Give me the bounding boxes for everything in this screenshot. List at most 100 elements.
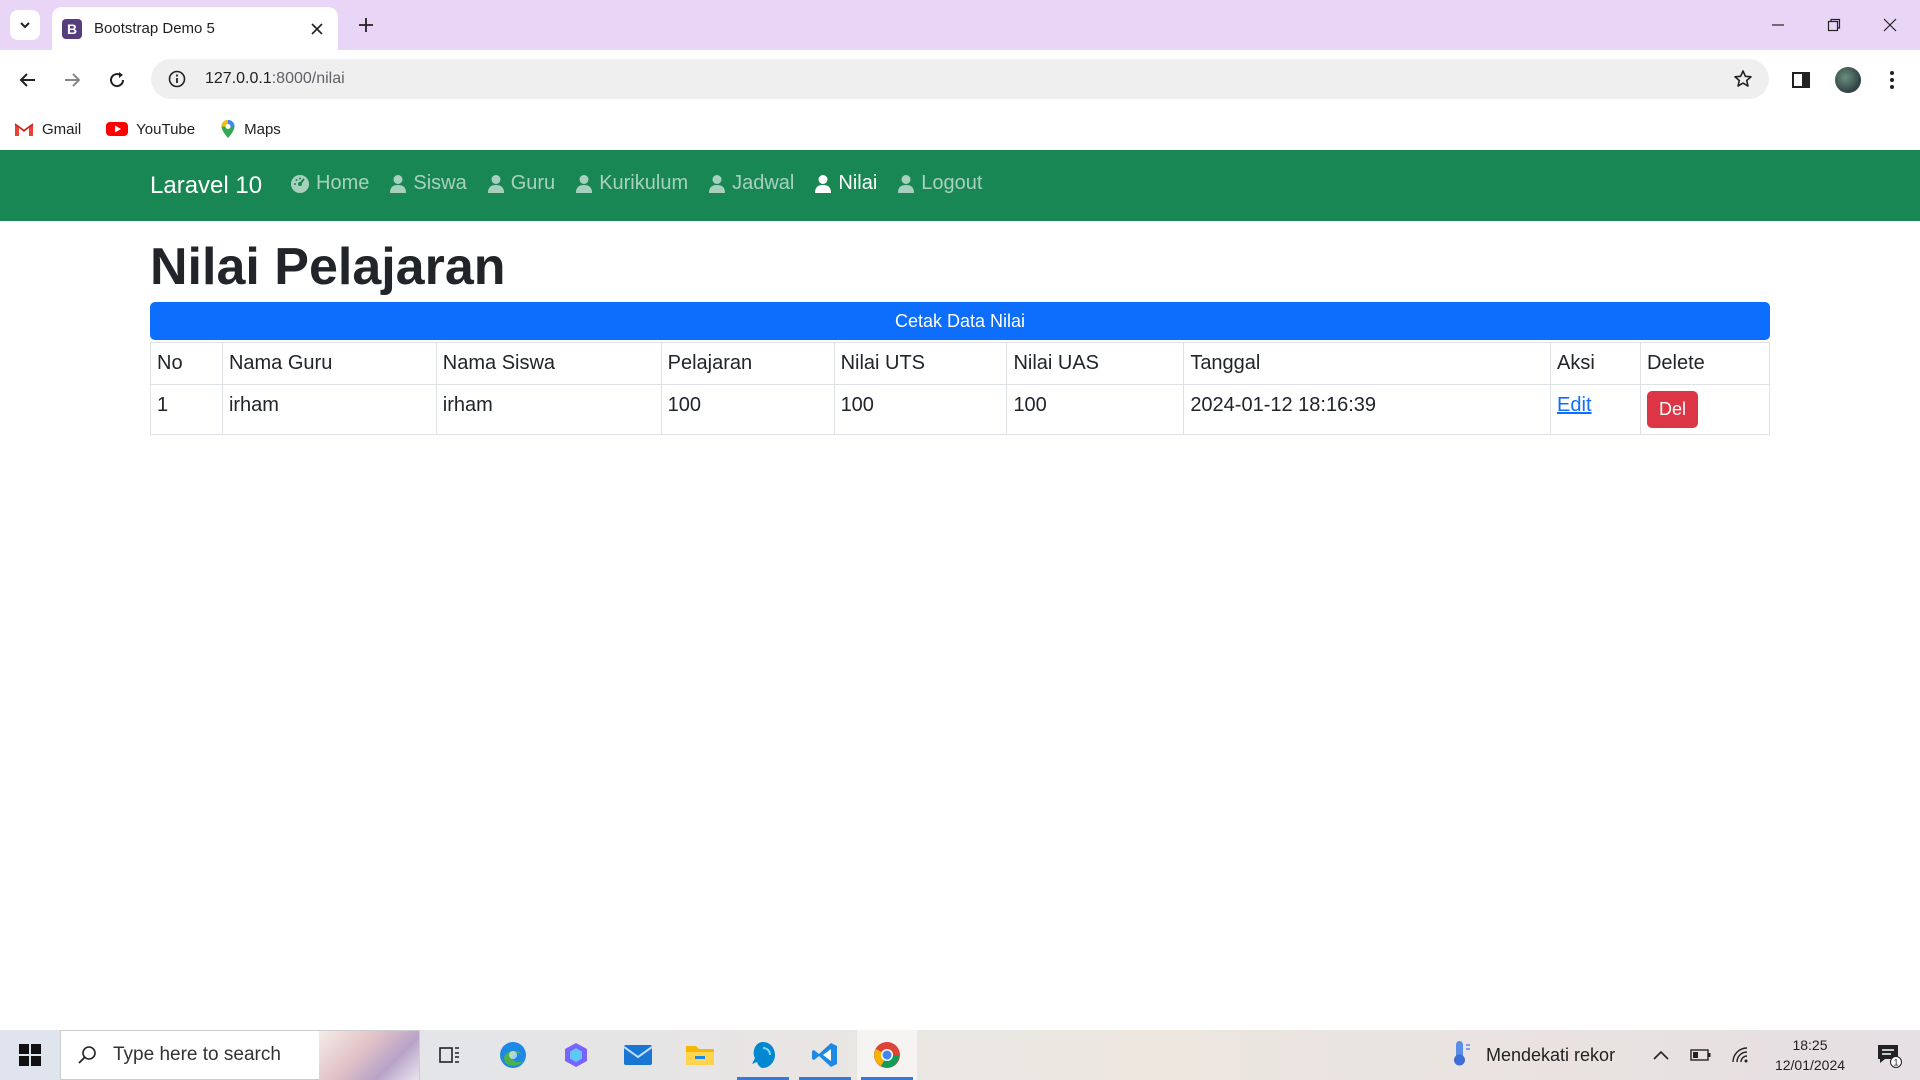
notification-center-button[interactable]: 1: [1864, 1030, 1914, 1080]
cell-delete: Del: [1639, 384, 1771, 435]
reload-icon: [110, 72, 125, 88]
tab-close-button[interactable]: [306, 18, 328, 40]
cell-nilai-uas: 100: [1006, 384, 1185, 435]
nav-kurikulum[interactable]: Kurikulum: [575, 172, 688, 195]
address-bar[interactable]: 127.0.0.1:8000/nilai: [151, 59, 1769, 99]
grades-table: No Nama Guru Nama Siswa Pelajaran Nilai …: [150, 342, 1771, 435]
cell-nama-siswa: irham: [435, 384, 662, 435]
close-window-button[interactable]: [1862, 0, 1918, 50]
new-tab-button[interactable]: [352, 11, 380, 39]
minimize-icon: [1772, 24, 1784, 26]
chevron-down-icon: [20, 22, 30, 29]
app-navbar: Laravel 10 Home Siswa Guru Kurikulum Jad…: [0, 150, 1920, 221]
bookmark-maps[interactable]: Maps: [220, 119, 281, 139]
edit-link[interactable]: Edit: [1557, 394, 1591, 416]
restore-icon: [1827, 18, 1841, 32]
col-header-pelajaran: Pelajaran: [660, 342, 835, 385]
url-host: 127.0.0.1: [205, 70, 272, 87]
battery-button[interactable]: [1686, 1030, 1716, 1080]
notification-count: 1: [1893, 1058, 1898, 1068]
taskbar-edge[interactable]: [483, 1030, 543, 1080]
page-content: Laravel 10 Home Siswa Guru Kurikulum Jad…: [0, 150, 1920, 1030]
main-container: Nilai Pelajaran Cetak Data Nilai No Nama…: [150, 232, 1771, 435]
menu-button[interactable]: [1876, 64, 1908, 96]
col-header-nama-siswa: Nama Siswa: [435, 342, 662, 385]
delete-button[interactable]: Del: [1646, 391, 1698, 428]
copilot-icon: [565, 1043, 587, 1067]
arrow-right-icon: [65, 73, 81, 87]
task-view-icon: [439, 1047, 459, 1063]
navbar-links: Home Siswa Guru Kurikulum Jadwal Nilai L…: [290, 172, 1002, 195]
nav-home[interactable]: Home: [290, 172, 369, 195]
bootstrap-favicon-icon: B: [62, 18, 82, 39]
table-row: 1 irham irham 100 100 100 2024-01-12 18:…: [150, 384, 1771, 435]
nav-label: Jadwal: [732, 172, 795, 194]
bookmark-youtube[interactable]: YouTube: [106, 121, 195, 138]
more-vertical-icon: [1890, 71, 1894, 89]
print-data-button[interactable]: Cetak Data Nilai: [150, 302, 1770, 340]
browser-toolbar: 127.0.0.1:8000/nilai: [0, 50, 1920, 108]
weather-widget[interactable]: Mendekati rekor: [1448, 1030, 1615, 1080]
bookmark-star-icon[interactable]: [1733, 69, 1753, 89]
site-info-icon[interactable]: [167, 69, 187, 89]
user-icon: [897, 174, 915, 194]
cell-nama-guru: irham: [221, 384, 437, 435]
edge-icon: [500, 1042, 526, 1068]
user-icon: [487, 174, 505, 194]
nav-label: Logout: [921, 172, 983, 194]
search-icon: [78, 1046, 96, 1064]
nav-label: Siswa: [413, 172, 467, 194]
forward-button[interactable]: [56, 64, 88, 96]
start-button[interactable]: [0, 1030, 60, 1080]
arrow-left-icon: [19, 73, 35, 87]
close-icon: [311, 22, 323, 35]
taskbar-copilot[interactable]: [546, 1030, 606, 1080]
taskbar-app-blue[interactable]: [733, 1030, 793, 1080]
taskbar-search-box[interactable]: Type here to search: [60, 1030, 420, 1080]
cell-nilai-uts: 100: [833, 384, 1008, 435]
taskbar-mail[interactable]: [608, 1030, 668, 1080]
user-icon: [575, 174, 593, 194]
nav-logout[interactable]: Logout: [897, 172, 982, 195]
restore-button[interactable]: [1806, 0, 1862, 50]
wifi-icon: [1732, 1047, 1748, 1063]
nav-guru[interactable]: Guru: [487, 172, 555, 195]
taskbar-clock[interactable]: 18:25 12/01/2024: [1766, 1035, 1854, 1075]
vscode-icon: [812, 1043, 837, 1067]
page-title: Nilai Pelajaran: [150, 238, 506, 296]
notification-icon: 1: [1878, 1045, 1902, 1068]
navbar-brand[interactable]: Laravel 10: [150, 172, 262, 200]
browser-tab[interactable]: B Bootstrap Demo 5: [52, 7, 338, 50]
side-panel-button[interactable]: [1785, 64, 1817, 96]
nav-nilai[interactable]: Nilai: [814, 172, 877, 195]
maps-icon: [220, 119, 236, 139]
minimize-button[interactable]: [1750, 0, 1806, 50]
back-button[interactable]: [12, 64, 44, 96]
taskbar-file-explorer[interactable]: [670, 1030, 730, 1080]
url-text: 127.0.0.1:8000/nilai: [205, 70, 345, 88]
network-button[interactable]: [1726, 1030, 1756, 1080]
tab-search-button[interactable]: [10, 10, 40, 40]
bookmarks-bar: Gmail YouTube Maps: [0, 108, 1920, 150]
show-hidden-icons-button[interactable]: [1646, 1030, 1676, 1080]
cell-no: 1: [150, 384, 223, 435]
thermometer-icon: [1448, 1039, 1472, 1072]
nav-label: Home: [316, 172, 370, 194]
col-header-delete: Delete: [1639, 342, 1771, 385]
taskbar-vscode[interactable]: [795, 1030, 855, 1080]
cell-aksi: Edit: [1550, 384, 1641, 435]
bookmark-label: Gmail: [42, 120, 82, 138]
profile-button[interactable]: [1832, 64, 1864, 96]
nav-label: Kurikulum: [599, 172, 689, 194]
cell-pelajaran: 100: [660, 384, 835, 435]
col-header-nilai-uas: Nilai UAS: [1006, 342, 1185, 385]
nav-jadwal[interactable]: Jadwal: [708, 172, 794, 195]
taskbar-chrome[interactable]: [857, 1030, 917, 1080]
dashboard-icon: [290, 174, 310, 194]
bookmark-gmail[interactable]: Gmail: [14, 121, 81, 138]
reload-button[interactable]: [101, 64, 133, 96]
col-header-nama-guru: Nama Guru: [221, 342, 437, 385]
col-header-aksi: Aksi: [1550, 342, 1641, 385]
task-view-button[interactable]: [420, 1030, 480, 1080]
nav-siswa[interactable]: Siswa: [389, 172, 467, 195]
